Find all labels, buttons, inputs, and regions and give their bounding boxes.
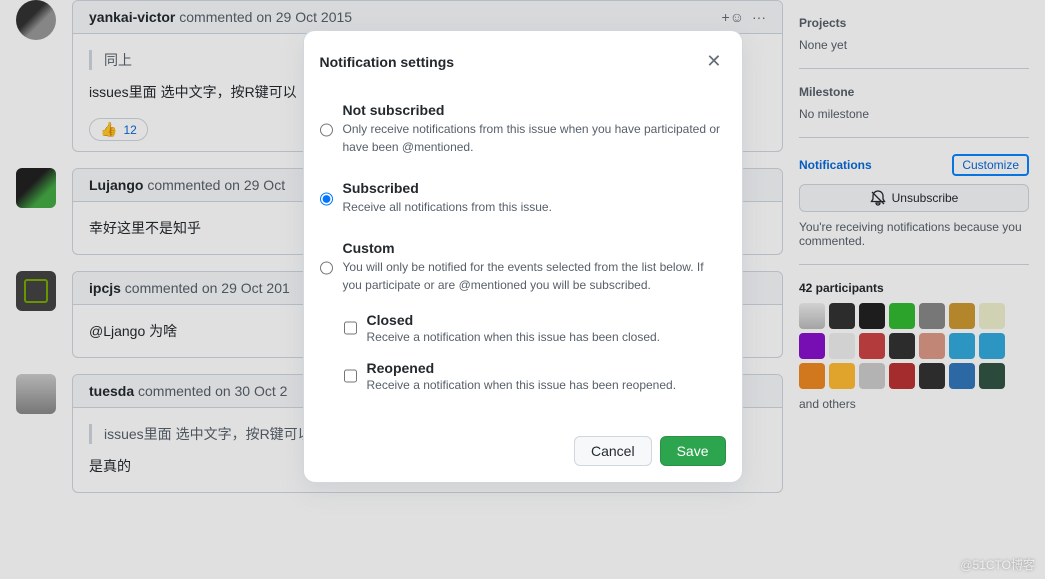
radio-subscribed[interactable]: [320, 182, 333, 216]
option-desc: Receive all notifications from this issu…: [343, 198, 726, 216]
custom-event-reopened[interactable]: Reopened Receive a notification when thi…: [320, 356, 726, 404]
checkbox-reopened[interactable]: [344, 360, 357, 392]
radio-custom[interactable]: [320, 242, 333, 294]
option-custom[interactable]: Custom You will only be notified for the…: [320, 230, 726, 308]
notification-settings-modal: Notification settings ✕ Not subscribed O…: [303, 30, 743, 483]
option-subscribed[interactable]: Subscribed Receive all notifications fro…: [320, 170, 726, 230]
checkbox-title: Closed: [367, 312, 661, 328]
close-icon[interactable]: ✕: [702, 47, 725, 76]
cancel-button[interactable]: Cancel: [574, 436, 652, 466]
checkbox-desc: Receive a notification when this issue h…: [367, 330, 661, 344]
modal-title: Notification settings: [320, 54, 455, 70]
option-not-subscribed[interactable]: Not subscribed Only receive notification…: [320, 92, 726, 170]
custom-event-closed[interactable]: Closed Receive a notification when this …: [320, 308, 726, 356]
modal-overlay[interactable]: Notification settings ✕ Not subscribed O…: [0, 0, 1045, 579]
checkbox-title: Reopened: [367, 360, 677, 376]
radio-not-subscribed[interactable]: [320, 104, 333, 156]
checkbox-closed[interactable]: [344, 312, 357, 344]
watermark: @51CTO博客: [960, 556, 1035, 573]
option-title: Custom: [343, 240, 726, 256]
option-desc: You will only be notified for the events…: [343, 258, 726, 294]
option-title: Not subscribed: [343, 102, 726, 118]
option-title: Subscribed: [343, 180, 726, 196]
checkbox-desc: Receive a notification when this issue h…: [367, 378, 677, 392]
option-desc: Only receive notifications from this iss…: [343, 120, 726, 156]
save-button[interactable]: Save: [660, 436, 726, 466]
